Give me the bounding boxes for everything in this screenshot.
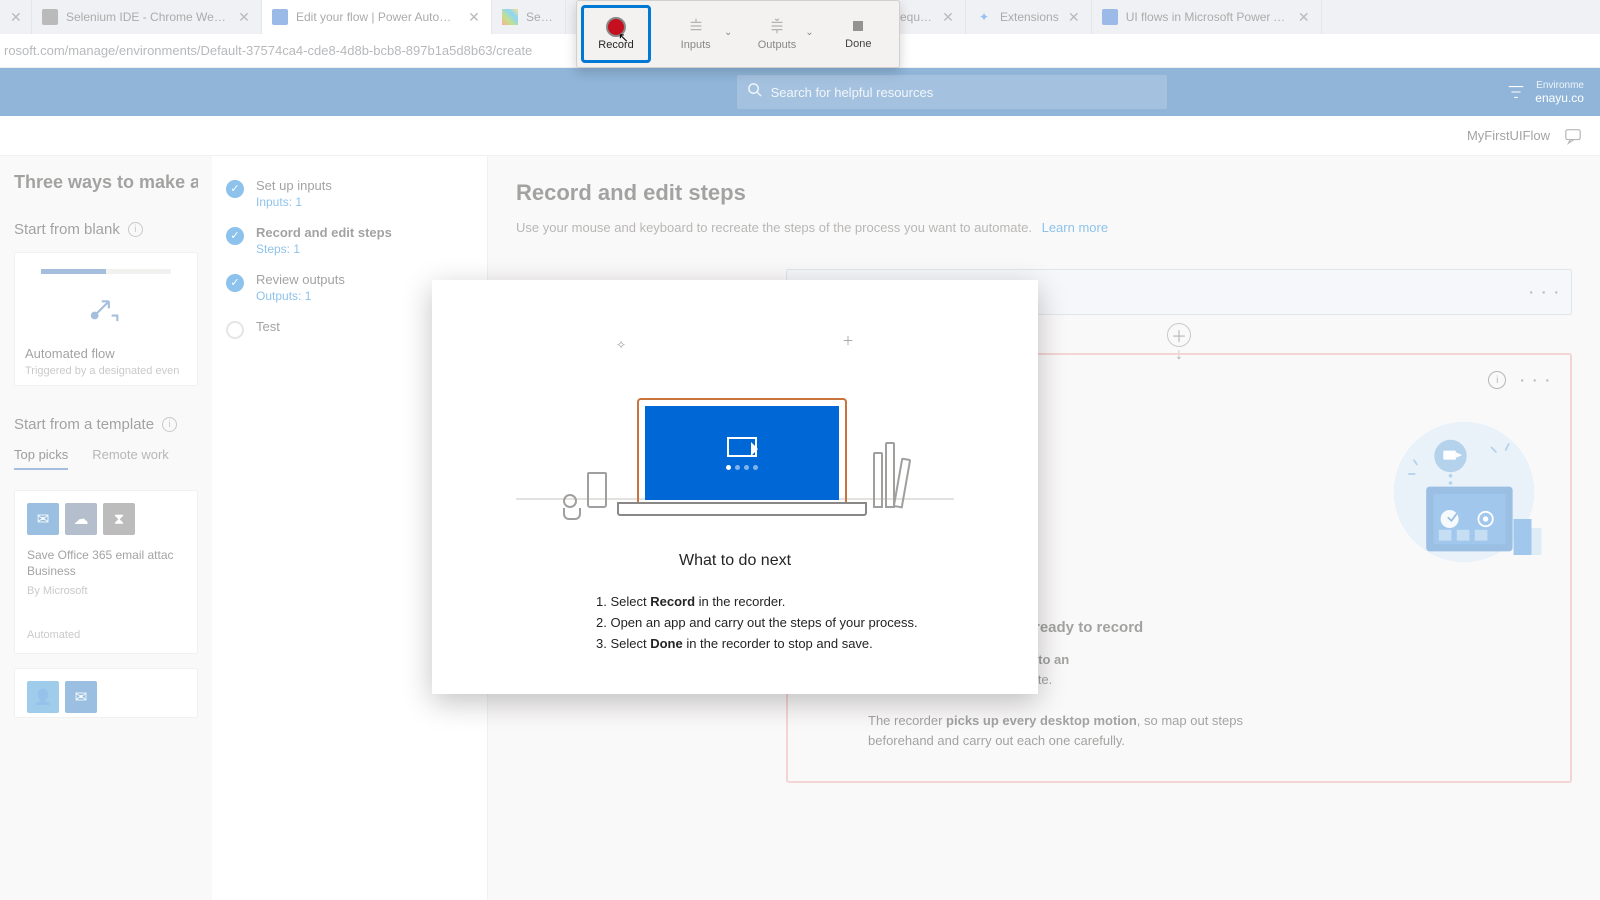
close-icon[interactable]: ✕: [237, 10, 251, 24]
template-title: Save Office 365 email attac Business: [27, 547, 185, 579]
step-record-edit[interactable]: Record and edit steps Steps: 1: [212, 217, 487, 264]
outlook-icon: ✉: [27, 503, 59, 535]
step-meta: Outputs: 1: [256, 289, 345, 303]
tab-title: UI flows in Microsoft Power Autc: [1126, 10, 1289, 24]
flow-icon: [89, 290, 123, 324]
stop-icon: [850, 18, 866, 34]
close-icon[interactable]: ✕: [1067, 10, 1081, 24]
tab-title: requirem: [896, 10, 933, 24]
info-icon[interactable]: i: [128, 222, 143, 237]
close-icon[interactable]: ✕: [10, 10, 22, 24]
step-pending-icon: [226, 321, 244, 339]
tab-remote-work[interactable]: Remote work: [92, 447, 169, 470]
template-type: Automated: [27, 629, 185, 641]
chevron-down-icon: ⌄: [724, 27, 732, 38]
info-icon[interactable]: i: [1488, 371, 1506, 389]
step-done-icon: [226, 227, 244, 245]
hourglass-icon: ⧗: [103, 503, 135, 535]
step-done-icon: [226, 180, 244, 198]
search-icon: [747, 82, 762, 102]
step-label: Test: [256, 319, 280, 334]
step-label: Set up inputs: [256, 178, 332, 193]
inputs-button[interactable]: Inputs ⌄: [655, 17, 736, 51]
more-icon[interactable]: · · ·: [1520, 372, 1552, 388]
card-subtitle: Triggered by a designated even: [25, 365, 187, 377]
close-icon[interactable]: ✕: [1297, 10, 1311, 24]
info-icon[interactable]: i: [162, 417, 177, 432]
flow-name: MyFirstUIFlow: [1467, 128, 1550, 143]
app-header: Environme enayu.co: [0, 68, 1600, 116]
close-icon[interactable]: ✕: [467, 10, 481, 24]
tab-title: Edit your flow | Power Automate: [296, 10, 459, 24]
step-label: Review outputs: [256, 272, 345, 287]
card-title: Automated flow: [25, 346, 187, 361]
outputs-button[interactable]: Outputs ⌄: [736, 17, 817, 51]
power-automate-favicon: [1102, 9, 1118, 25]
create-panel: Three ways to make a flo Start from blan…: [0, 156, 212, 900]
power-automate-favicon: [272, 9, 288, 25]
section-title: Start from a template: [14, 416, 154, 433]
extension-favicon: ✦: [976, 9, 992, 25]
env-name: enayu.co: [1535, 91, 1584, 105]
done-label: Done: [845, 38, 871, 50]
template-author: By Microsoft: [27, 585, 185, 597]
search-input[interactable]: [737, 75, 1167, 109]
selenium-favicon: [42, 9, 58, 25]
service-icon: 👤: [27, 681, 59, 713]
inputs-icon: [687, 17, 705, 35]
filter-icon: [1507, 83, 1525, 101]
feedback-icon[interactable]: [1564, 127, 1582, 145]
step-meta: Steps: 1: [256, 242, 392, 256]
learn-more-link[interactable]: Learn more: [1042, 220, 1108, 235]
browser-tab[interactable]: Set up: [492, 0, 566, 34]
url-text: rosoft.com/manage/environments/Default-3…: [4, 43, 532, 58]
what-to-do-next-modal: ✧ ＋ What to do next Select Record in the…: [432, 280, 1038, 694]
content-title: Record and edit steps: [516, 180, 1572, 206]
recorder-toolbar: ↖ Record Inputs ⌄ Outputs ⌄ Done: [576, 0, 900, 68]
outputs-label: Outputs: [758, 39, 797, 51]
close-icon[interactable]: ✕: [941, 10, 955, 24]
tab-title: Set up: [526, 10, 555, 24]
browser-tab[interactable]: Selenium IDE - Chrome Web Stor ✕: [32, 0, 262, 34]
tab-title: Selenium IDE - Chrome Web Stor: [66, 10, 229, 24]
chevron-down-icon: ⌄: [805, 27, 813, 38]
browser-tab[interactable]: UI flows in Microsoft Power Autc ✕: [1092, 0, 1322, 34]
content-lead: Use your mouse and keyboard to recreate …: [516, 220, 1572, 235]
automated-flow-card[interactable]: Automated flow Triggered by a designated…: [14, 252, 198, 386]
more-icon[interactable]: · · ·: [1529, 284, 1561, 300]
template-card[interactable]: 👤 ✉: [14, 668, 198, 718]
env-label: Environme: [1535, 80, 1584, 91]
ms-favicon: [502, 9, 518, 25]
step-done-icon: [226, 274, 244, 292]
modal-steps: Select Record in the recorder. Open an a…: [596, 592, 1004, 654]
step-set-up-inputs[interactable]: Set up inputs Inputs: 1: [212, 170, 487, 217]
record-heading: ready to record: [1034, 619, 1552, 636]
template-tabs: Top picks Remote work: [14, 447, 198, 470]
step-meta: Inputs: 1: [256, 195, 332, 209]
browser-tab[interactable]: ✦ Extensions ✕: [966, 0, 1092, 34]
page-title: Three ways to make a flo: [14, 172, 198, 193]
onedrive-icon: ☁: [65, 503, 97, 535]
modal-illustration: ✧ ＋: [466, 308, 1004, 508]
outlook-icon: ✉: [65, 681, 97, 713]
template-card[interactable]: ✉ ☁ ⧗ Save Office 365 email attac Busine…: [14, 490, 198, 654]
cursor-icon: ↖: [618, 30, 629, 46]
record-text: The recorder picks up every desktop moti…: [868, 711, 1298, 750]
flow-name-row: MyFirstUIFlow: [0, 116, 1600, 156]
browser-tab-active[interactable]: Edit your flow | Power Automate ✕: [262, 0, 492, 34]
outputs-icon: [768, 17, 786, 35]
section-title: Start from blank: [14, 221, 120, 238]
tab-title: Extensions: [1000, 10, 1059, 24]
inputs-label: Inputs: [681, 39, 711, 51]
environment-selector[interactable]: Environme enayu.co: [1507, 80, 1584, 105]
record-button[interactable]: ↖ Record: [581, 5, 651, 63]
step-label: Record and edit steps: [256, 225, 392, 240]
modal-title: What to do next: [466, 552, 1004, 570]
tab-top-picks[interactable]: Top picks: [14, 447, 68, 470]
browser-tab[interactable]: ✕: [0, 0, 32, 34]
recorder-illustration: [1374, 411, 1554, 581]
done-button[interactable]: Done: [818, 18, 899, 50]
